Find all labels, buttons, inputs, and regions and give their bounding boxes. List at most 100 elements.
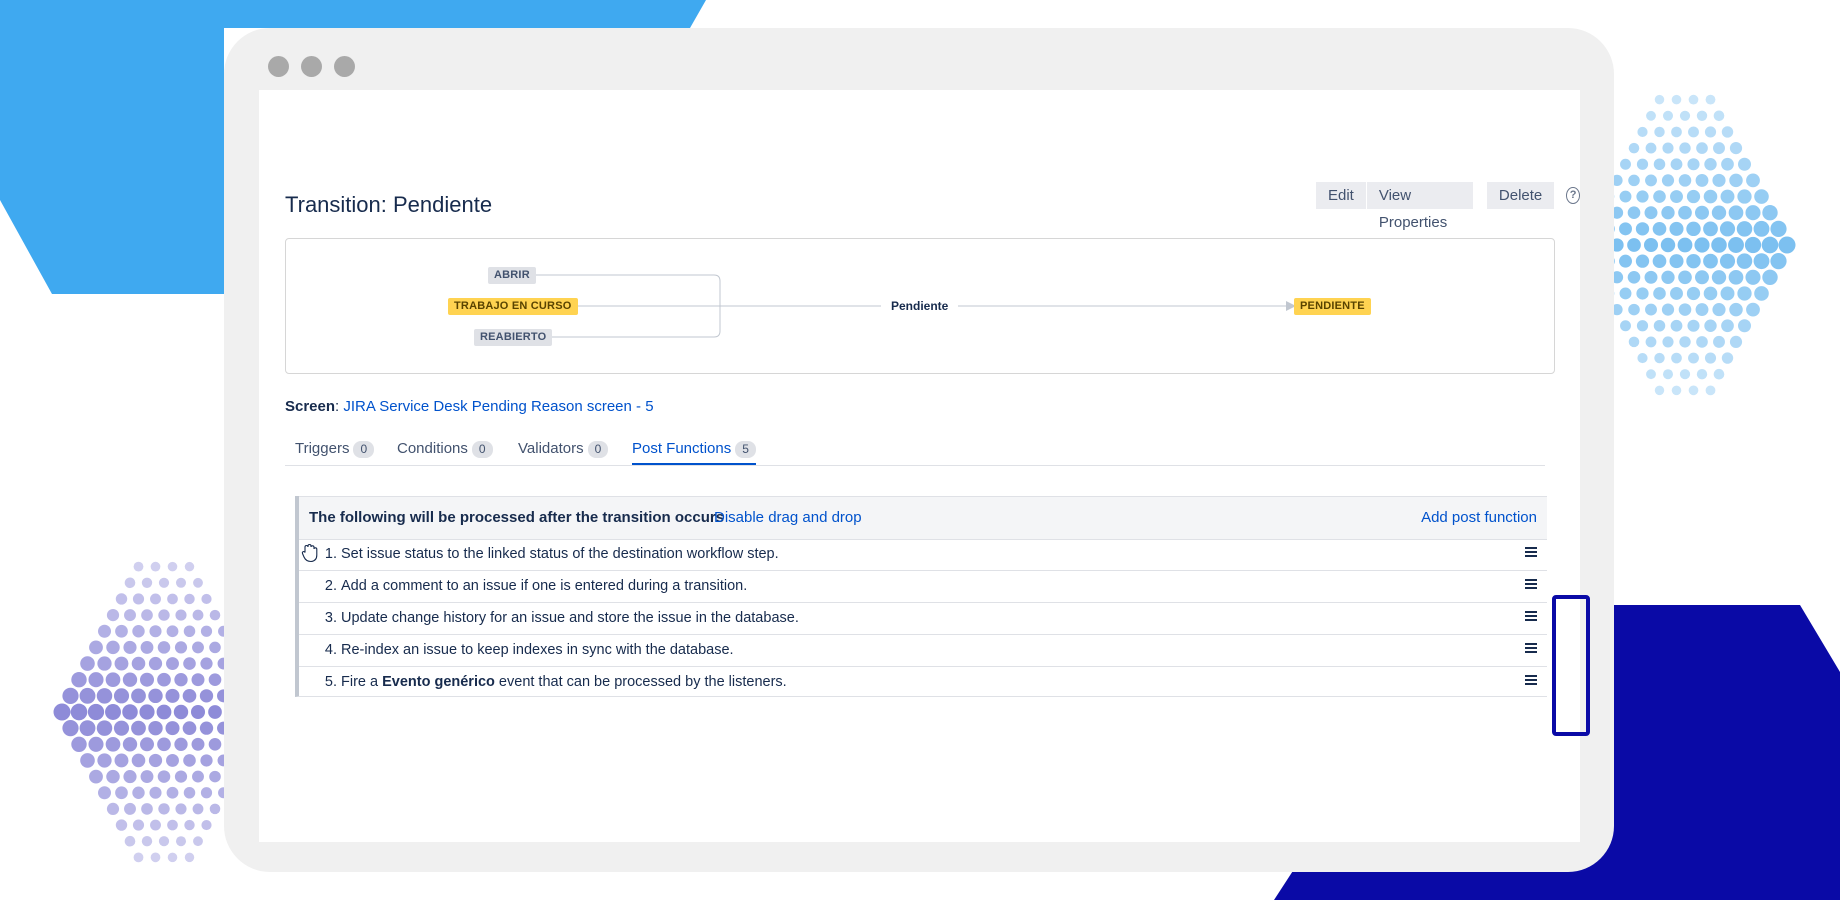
hamburger-menu-icon[interactable] [1523, 545, 1539, 561]
decorative-dot [1678, 205, 1692, 220]
post-functions-list: The following will be processed after th… [295, 496, 1547, 697]
decorative-dot [157, 770, 171, 783]
tab-conditions[interactable]: Conditions 0 [397, 439, 493, 465]
grab-hand-icon[interactable] [301, 543, 319, 563]
decorative-dot [131, 753, 146, 768]
decorative-dot [158, 609, 170, 621]
decorative-dot [1695, 303, 1709, 317]
screen-link[interactable]: JIRA Service Desk Pending Reason screen … [343, 398, 653, 415]
decorative-dot [1687, 158, 1700, 171]
decorative-dot [141, 803, 153, 815]
decorative-dot [1736, 221, 1753, 237]
decorative-dot [192, 609, 204, 621]
decorative-dot [1712, 173, 1726, 187]
decorative-dot [132, 786, 145, 799]
decorative-dot [1721, 126, 1734, 138]
decorative-dot [1712, 303, 1726, 317]
decorative-dot [192, 770, 204, 783]
post-function-row[interactable]: 1. Set issue status to the linked status… [299, 539, 1547, 571]
decorative-dot [201, 819, 212, 831]
decorative-dot [1643, 237, 1659, 253]
disable-drag-and-drop-link[interactable]: Disable drag and drop [714, 509, 862, 526]
decorative-dot [1696, 368, 1708, 380]
decorative-dot [166, 657, 179, 671]
edit-button[interactable]: Edit [1316, 182, 1367, 209]
decorative-dot [167, 852, 178, 863]
decorative-dot [149, 625, 162, 638]
post-function-row[interactable]: 5. Fire a Evento genérico event that can… [299, 667, 1547, 698]
decorative-dot [1678, 303, 1692, 316]
decorative-dot [1661, 303, 1675, 316]
hamburger-menu-icon[interactable] [1523, 641, 1539, 657]
post-function-row[interactable]: 4. Re-index an issue to keep indexes in … [299, 635, 1547, 667]
tab-validators[interactable]: Validators 0 [518, 439, 609, 465]
decorative-dot [113, 688, 130, 704]
decorative-dot [88, 672, 104, 688]
decorative-dot [1728, 237, 1744, 253]
row-number: 4. [324, 642, 337, 658]
decorative-dot [1738, 319, 1751, 333]
decorative-dot [1679, 110, 1691, 121]
add-post-function-link[interactable]: Add post function [1421, 509, 1537, 526]
tab-label: Post Functions [632, 440, 732, 457]
post-function-row[interactable]: 3. Update change history for an issue an… [299, 603, 1547, 635]
decorative-dot [71, 736, 87, 752]
view-properties-button[interactable]: View Properties [1366, 182, 1473, 231]
hamburger-menu-icon[interactable] [1523, 577, 1539, 593]
decorative-dot [158, 836, 170, 847]
decorative-dot [150, 593, 161, 605]
decorative-dot [166, 625, 179, 638]
decorative-dot [1635, 222, 1650, 236]
decorative-dot [1619, 287, 1632, 300]
decorative-dot [1671, 126, 1682, 138]
decorative-dot [113, 720, 130, 736]
decorative-dot [191, 737, 205, 751]
decorative-dot [192, 641, 204, 654]
decorative-dot [1671, 94, 1682, 105]
decorative-dot [1713, 110, 1725, 122]
row-text: Set issue status to the linked status of… [341, 546, 779, 562]
tab-count-badge: 0 [587, 441, 609, 458]
hamburger-menu-icon[interactable] [1523, 609, 1539, 625]
decorative-dot [1711, 270, 1727, 285]
decorative-dot [97, 753, 112, 768]
decorative-dot [1686, 221, 1701, 237]
row-number: 5. [324, 674, 337, 690]
tab-triggers[interactable]: Triggers 0 [295, 439, 375, 465]
post-function-row[interactable]: 2. Add a comment to an issue if one is e… [299, 571, 1547, 603]
transition-diagram: ABRIR TRABAJO EN CURSO REABIERTO Pendien… [285, 238, 1555, 374]
decorative-dot [1661, 206, 1675, 220]
decorative-dot [1694, 270, 1710, 285]
decorative-dot [1637, 126, 1648, 138]
row-text-after: event that can be processed by the liste… [494, 674, 787, 690]
decorative-dot [1738, 157, 1751, 171]
decorative-dot [193, 577, 203, 588]
decorative-dot [141, 609, 153, 621]
hamburger-menu-icon[interactable] [1523, 673, 1539, 689]
decorative-dot [1703, 189, 1718, 204]
tab-count-badge: 0 [471, 441, 493, 458]
tab-bar: Triggers 0 Conditions 0 Validators 0 Post F… [285, 439, 1545, 466]
decorative-dot [1695, 173, 1709, 187]
tab-post-functions[interactable]: Post Functions 5 [632, 439, 756, 465]
question-circle-icon[interactable]: ? [1566, 187, 1580, 204]
decorative-dot [139, 737, 155, 752]
decorative-dot [132, 625, 145, 638]
decorative-dot [150, 819, 161, 831]
delete-button[interactable]: Delete [1486, 182, 1555, 209]
decorative-dot [106, 640, 120, 655]
decorative-dot [1654, 352, 1665, 364]
status-pendiente: PENDIENTE [1294, 298, 1371, 315]
decorative-dot [1746, 302, 1760, 317]
decorative-dot [150, 852, 161, 863]
decorative-dot [87, 703, 105, 721]
decorative-dot [1627, 270, 1641, 284]
decorative-dot [62, 720, 79, 737]
decorative-dot [122, 672, 138, 687]
decorative-dot [1644, 206, 1658, 220]
decorative-dot [1627, 206, 1641, 220]
decorative-dot [148, 753, 163, 768]
decorative-dot [124, 802, 136, 815]
decorative-dot [122, 704, 138, 720]
post-functions-header-title: The following will be processed after th… [309, 509, 725, 526]
